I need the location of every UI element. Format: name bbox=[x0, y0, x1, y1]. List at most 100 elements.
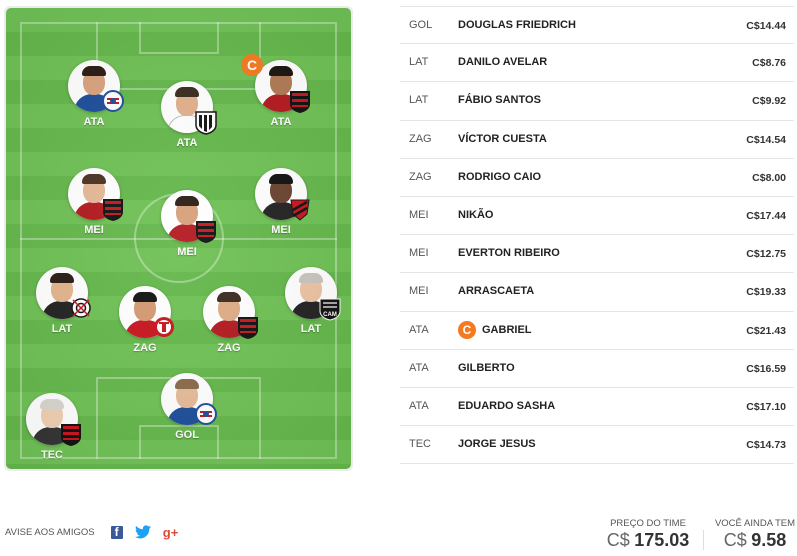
facebook-icon[interactable]: f bbox=[110, 525, 123, 539]
pitch-player[interactable]: MEI bbox=[151, 190, 223, 270]
row-player-price: C$14.73 bbox=[746, 439, 786, 452]
row-position: ATA bbox=[409, 361, 429, 374]
google-plus-icon[interactable]: g+ bbox=[163, 524, 179, 540]
twitter-icon[interactable] bbox=[134, 524, 151, 540]
row-player-price: C$19.33 bbox=[746, 286, 786, 299]
athletico-crest-icon bbox=[289, 198, 311, 222]
flamengo-crest-icon bbox=[289, 90, 311, 114]
row-position: TEC bbox=[409, 438, 431, 451]
goal-area-top bbox=[139, 22, 219, 54]
row-position: ATA bbox=[409, 399, 429, 412]
flamengo-crest-icon bbox=[237, 316, 259, 340]
player-position-label: MEI bbox=[84, 224, 104, 236]
squad-row[interactable]: ZAG VÍCTOR CUESTA C$14.54 bbox=[400, 121, 794, 159]
row-player-price: C$9.92 bbox=[752, 95, 786, 108]
squad-row[interactable]: TEC JORGE JESUS C$14.73 bbox=[400, 426, 794, 465]
player-position-label: LAT bbox=[300, 323, 322, 335]
flamengo-crest-icon bbox=[60, 423, 82, 447]
row-player-name: DOUGLAS FRIEDRICH bbox=[458, 19, 576, 31]
pitch-player[interactable]: MEI bbox=[58, 168, 130, 248]
row-player-name: GILBERTO bbox=[458, 361, 515, 374]
pitch-player[interactable]: MEI bbox=[245, 168, 317, 248]
squad-row[interactable]: ATA GILBERTO C$16.59 bbox=[400, 350, 794, 388]
row-player-name: RODRIGO CAIO bbox=[458, 170, 542, 183]
row-player-name: DANILO AVELAR bbox=[458, 56, 548, 69]
squad-list: GOL DOUGLAS FRIEDRICH C$14.44 LAT DANILO AVE… bbox=[400, 6, 794, 465]
pitch-player[interactable]: CAM LAT bbox=[275, 267, 347, 347]
row-position: ZAG bbox=[409, 132, 432, 145]
remaining-currency: C$ bbox=[723, 530, 747, 550]
pitch-player[interactable]: LAT bbox=[26, 267, 98, 347]
player-position-label: MEI bbox=[177, 246, 197, 258]
internacional-crest-icon bbox=[153, 316, 175, 340]
row-position: MEI bbox=[409, 285, 429, 298]
player-position-label: GOL bbox=[175, 429, 199, 441]
team-price: PREÇO DO TIME C$ 175.03 bbox=[602, 518, 694, 551]
row-player-name: VÍCTOR CUESTA bbox=[458, 132, 547, 145]
squad-row[interactable]: MEI EVERTON RIBEIRO C$12.75 bbox=[400, 235, 794, 274]
pitch-player[interactable]: ATA bbox=[58, 60, 130, 140]
flamengo-crest-icon bbox=[102, 198, 124, 222]
pitch-player[interactable]: ZAG bbox=[109, 286, 181, 366]
row-position: ZAG bbox=[409, 170, 432, 183]
pitch-player[interactable]: TEC bbox=[16, 393, 88, 469]
squad-row[interactable]: ZAG RODRIGO CAIO C$8.00 bbox=[400, 159, 794, 197]
row-player-price: C$14.44 bbox=[746, 20, 786, 32]
player-position-label: ATA bbox=[176, 137, 198, 149]
row-player-name: GABRIEL bbox=[482, 323, 532, 336]
row-player-name: FÁBIO SANTOS bbox=[458, 94, 541, 107]
svg-text:CAM: CAM bbox=[323, 312, 337, 318]
lineup-screen: ATA ATA ATA C MEI MEI MEI LAT ZAG ZAG CAM LAT GOL TEC… bbox=[0, 0, 797, 556]
squad-row[interactable]: MEI ARRASCAETA C$19.33 bbox=[400, 273, 794, 312]
squad-row[interactable]: LAT DANILO AVELAR C$8.76 bbox=[400, 44, 794, 83]
player-position-label: TEC bbox=[41, 449, 63, 461]
squad-row[interactable]: MEI NIKÃO C$17.44 bbox=[400, 197, 794, 236]
player-position-label: ZAG bbox=[133, 342, 157, 354]
pitch-panel: ATA ATA ATA C MEI MEI MEI LAT ZAG ZAG CAM LAT GOL TEC bbox=[4, 6, 353, 471]
player-position-label: ATA bbox=[270, 116, 292, 128]
row-position: GOL bbox=[409, 19, 433, 31]
row-position: MEI bbox=[409, 208, 429, 221]
row-player-price: C$17.10 bbox=[746, 400, 786, 413]
row-player-price: C$12.75 bbox=[746, 248, 786, 261]
row-player-price: C$14.54 bbox=[746, 133, 786, 146]
pitch-player[interactable]: ATA C bbox=[241, 54, 317, 140]
row-position: MEI bbox=[409, 247, 429, 260]
pitch-player[interactable]: ATA bbox=[151, 81, 223, 161]
squad-row[interactable]: ATA C GABRIEL C$21.43 bbox=[400, 312, 794, 350]
divider bbox=[703, 530, 704, 550]
row-player-name: EVERTON RIBEIRO bbox=[458, 247, 560, 260]
remaining-value: 9.58 bbox=[751, 530, 787, 550]
team-price-currency: C$ bbox=[606, 530, 630, 550]
squad-row[interactable]: GOL DOUGLAS FRIEDRICH C$14.44 bbox=[400, 6, 794, 45]
squad-row[interactable]: ATA EDUARDO SASHA C$17.10 bbox=[400, 388, 794, 427]
player-position-label: ZAG bbox=[217, 342, 241, 354]
player-position-label: LAT bbox=[51, 323, 73, 335]
bahia-crest-icon bbox=[102, 90, 124, 114]
row-player-price: C$8.00 bbox=[752, 171, 786, 184]
row-player-name: NIKÃO bbox=[458, 208, 494, 221]
bahia-crest-icon bbox=[195, 403, 217, 427]
row-player-name: EDUARDO SASHA bbox=[458, 399, 556, 412]
captain-badge-icon: C bbox=[241, 54, 263, 76]
row-player-price: C$21.43 bbox=[746, 324, 786, 337]
row-player-price: C$8.76 bbox=[752, 57, 786, 70]
pitch-player[interactable]: ZAG bbox=[193, 286, 265, 366]
row-player-price: C$16.59 bbox=[746, 362, 786, 375]
football-pitch: ATA ATA ATA C MEI MEI MEI LAT ZAG ZAG CAM LAT GOL TEC bbox=[6, 8, 351, 469]
santos-crest-icon bbox=[195, 111, 217, 135]
row-position: ATA bbox=[409, 323, 429, 336]
flamengo-crest-icon bbox=[195, 220, 217, 244]
team-price-value: 175.03 bbox=[634, 530, 690, 550]
pitch-player[interactable]: GOL bbox=[151, 373, 223, 453]
row-position: LAT bbox=[409, 94, 429, 107]
player-position-label: ATA bbox=[83, 116, 105, 128]
row-player-name: ARRASCAETA bbox=[458, 285, 535, 298]
row-player-price: C$17.44 bbox=[746, 209, 786, 222]
captain-badge-icon: C bbox=[458, 320, 476, 339]
squad-row[interactable]: LAT FÁBIO SANTOS C$9.92 bbox=[400, 82, 794, 121]
share-bar: AVISE AOS AMIGOS f g+ bbox=[5, 524, 191, 540]
share-label: AVISE AOS AMIGOS bbox=[5, 526, 95, 538]
remaining-label: VOCÊ AINDA TEM bbox=[714, 518, 796, 529]
row-player-name: JORGE JESUS bbox=[458, 438, 536, 451]
